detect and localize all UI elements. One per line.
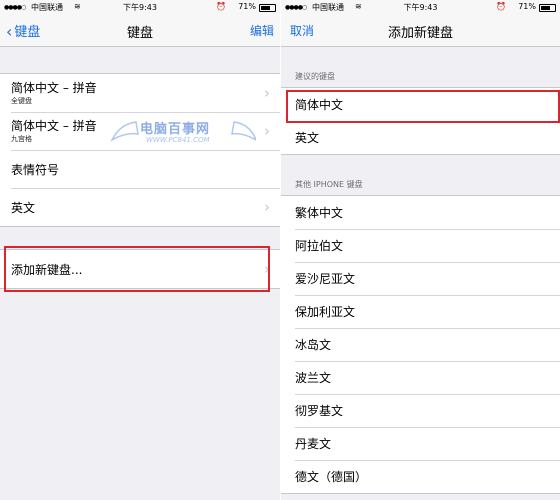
status-bar: ●●●●○ 中国联通 ≋ 下午9:43 ⏰ 71% [281,0,560,14]
navigation-bar: ‹ 键盘 键盘 编辑 [0,14,280,47]
keyboard-option-estonian[interactable]: 爱沙尼亚文 [281,262,560,295]
keyboard-option-cherokee[interactable]: 彻罗基文 [281,394,560,427]
keyboard-option-label: 繁体中文 [295,206,344,220]
chevron-right-icon: › [264,84,270,102]
keyboard-row-emoji[interactable]: 表情符号 [0,150,280,188]
other-keyboard-list: 繁体中文 阿拉伯文 爱沙尼亚文 保加利亚文 冰岛文 波兰文 彻罗基文 丹麦文 德… [281,195,560,494]
keyboard-option-label: 丹麦文 [295,437,332,451]
status-bar: ●●●●○ 中国联通 ≋ 下午9:43 ⏰ 71% [0,0,280,14]
watermark-text: 电脑百事网 [140,122,211,137]
keyboard-option-english[interactable]: 英文 [281,121,560,154]
keyboard-option-label: 爱沙尼亚文 [295,272,356,286]
keyboard-option-label: 英文 [295,131,320,145]
chevron-right-icon: › [264,122,270,140]
navigation-bar: 取消 添加新键盘 [281,14,560,47]
keyboard-name: 表情符号 [11,163,60,177]
keyboard-row-english[interactable]: 英文 › [0,188,280,226]
battery-fill [261,6,270,10]
watermark-url: WWW.PC841.COM [146,136,210,144]
alarm-clock-icon: ⏰ [216,2,226,11]
keyboard-row-pinyin-full[interactable]: 简体中文 – 拼音 全键盘 › [0,74,280,112]
keyboard-layout: 九宫格 [11,135,32,143]
screenshot-stage: ●●●●○ 中国联通 ≋ 下午9:43 ⏰ 71% ‹ 键盘 键盘 编辑 简体中文… [0,0,560,500]
highlight-box-add-keyboard [4,246,270,292]
edit-button[interactable]: 编辑 [250,22,274,39]
chevron-right-icon: › [264,198,270,216]
page-title: 键盘 [126,26,153,41]
watermark-logo: 电脑百事网 WWW.PC841.COM [106,114,256,154]
keyboard-option-bulgarian[interactable]: 保加利亚文 [281,295,560,328]
keyboard-layout: 全键盘 [11,97,32,105]
other-keyboards-header: 其他 IPHONE 键盘 [295,180,363,189]
keyboard-option-traditional-chinese[interactable]: 繁体中文 [281,196,560,229]
battery-fill [541,6,550,10]
battery-icon [539,4,556,12]
keyboard-option-label: 冰岛文 [295,338,332,352]
keyboard-option-label: 波兰文 [295,371,332,385]
keyboard-name: 简体中文 – 拼音 [11,81,97,95]
alarm-clock-icon: ⏰ [496,2,506,11]
keyboard-option-label: 保加利亚文 [295,305,356,319]
keyboards-settings-screen: ●●●●○ 中国联通 ≋ 下午9:43 ⏰ 71% ‹ 键盘 键盘 编辑 简体中文… [0,0,280,500]
keyboard-option-label: 阿拉伯文 [295,239,344,253]
keyboard-option-icelandic[interactable]: 冰岛文 [281,328,560,361]
page-title: 添加新键盘 [387,26,453,41]
highlight-box-simplified-chinese [286,90,560,123]
keyboard-name: 简体中文 – 拼音 [11,119,97,133]
battery-percent: 71% [518,2,536,11]
keyboard-option-label: 彻罗基文 [295,404,344,418]
keyboard-option-german[interactable]: 德文（德国） [281,460,560,493]
keyboard-option-polish[interactable]: 波兰文 [281,361,560,394]
keyboard-option-label: 德文（德国） [295,470,368,484]
keyboard-option-arabic[interactable]: 阿拉伯文 [281,229,560,262]
keyboard-option-danish[interactable]: 丹麦文 [281,427,560,460]
keyboard-name: 英文 [11,201,36,215]
battery-percent: 71% [238,2,256,11]
battery-icon [259,4,276,12]
add-keyboard-screen: ●●●●○ 中国联通 ≋ 下午9:43 ⏰ 71% 取消 添加新键盘 建议的键盘… [281,0,560,500]
suggested-keyboards-header: 建议的键盘 [295,72,335,81]
